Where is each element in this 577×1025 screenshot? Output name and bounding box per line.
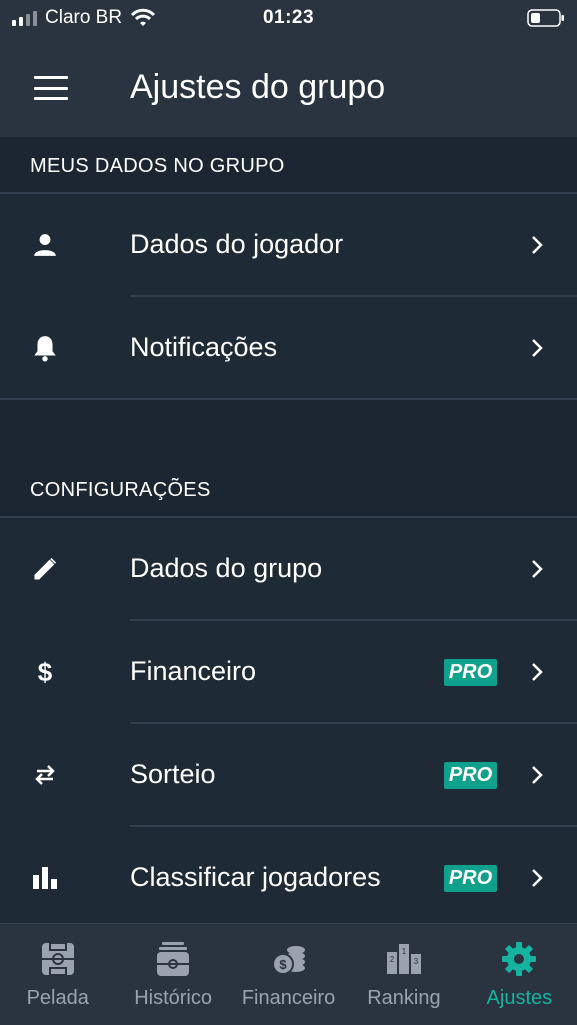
item-label: Classificar jogadores bbox=[130, 862, 381, 892]
section-header-configuracoes: CONFIGURAÇÕES bbox=[0, 461, 577, 518]
item-label: Notificações bbox=[130, 332, 278, 362]
list-item-sorteio[interactable]: Sorteio PRO bbox=[0, 724, 577, 827]
podium-icon: 2 1 3 bbox=[386, 944, 421, 974]
section-header-meus-dados: MEUS DADOS NO GRUPO bbox=[0, 137, 577, 194]
section-title: MEUS DADOS NO GRUPO bbox=[30, 155, 285, 177]
tab-label: Ranking bbox=[367, 987, 441, 1009]
list-item-dados-do-grupo[interactable]: Dados do grupo bbox=[0, 518, 577, 621]
tab-label: Histórico bbox=[134, 987, 212, 1009]
chevron-right-icon bbox=[532, 236, 543, 254]
page-title: Ajustes do grupo bbox=[130, 68, 386, 106]
chevron-right-icon bbox=[532, 339, 543, 357]
bar-chart-icon bbox=[30, 863, 60, 893]
list-item-classificar-jogadores[interactable]: Classificar jogadores PRO bbox=[0, 827, 577, 923]
chevron-right-icon bbox=[532, 560, 543, 578]
list-item-financeiro[interactable]: $ Financeiro PRO bbox=[0, 621, 577, 724]
svg-text:3: 3 bbox=[414, 957, 419, 966]
chevron-right-icon bbox=[532, 869, 543, 887]
swap-icon bbox=[30, 760, 60, 790]
coins-icon: $ bbox=[271, 946, 305, 975]
chevron-right-icon bbox=[532, 663, 543, 681]
item-label: Financeiro bbox=[130, 656, 257, 686]
person-icon bbox=[30, 230, 60, 260]
svg-text:2: 2 bbox=[390, 955, 395, 964]
pro-badge: PRO bbox=[444, 762, 497, 789]
item-label: Dados do jogador bbox=[130, 229, 344, 259]
history-field-icon bbox=[157, 942, 190, 976]
divider bbox=[0, 398, 577, 400]
bottom-tab-bar: Pelada Histórico $ Financeiro 2 1 3 Rank… bbox=[0, 923, 577, 1025]
dollar-icon: $ bbox=[37, 656, 53, 687]
list-item-notificacoes[interactable]: Notificações bbox=[0, 297, 577, 400]
app-bar: Ajustes do grupo bbox=[0, 38, 577, 137]
pro-badge: PRO bbox=[444, 659, 497, 686]
battery-icon bbox=[527, 9, 564, 27]
chevron-right-icon bbox=[532, 766, 543, 784]
pro-badge: PRO bbox=[444, 865, 497, 892]
tab-label: Pelada bbox=[26, 987, 89, 1009]
bell-icon bbox=[30, 333, 60, 363]
tab-pelada[interactable]: Pelada bbox=[0, 924, 115, 1025]
hamburger-menu-icon[interactable] bbox=[34, 76, 68, 100]
svg-text:1: 1 bbox=[402, 947, 407, 956]
item-label: Sorteio bbox=[130, 759, 216, 789]
status-bar: Claro BR 01:23 bbox=[0, 0, 577, 38]
tab-label: Financeiro bbox=[241, 987, 336, 1009]
svg-text:$: $ bbox=[279, 957, 287, 972]
section-spacer bbox=[0, 401, 577, 461]
tab-ranking[interactable]: 2 1 3 Ranking bbox=[346, 924, 461, 1025]
tab-ajustes[interactable]: Ajustes bbox=[462, 924, 577, 1025]
list-item-dados-do-jogador[interactable]: Dados do jogador bbox=[0, 194, 577, 297]
section-title: CONFIGURAÇÕES bbox=[30, 479, 211, 501]
field-icon bbox=[41, 942, 74, 976]
tab-historico[interactable]: Histórico bbox=[115, 924, 230, 1025]
item-label: Dados do grupo bbox=[130, 553, 323, 583]
tab-financeiro[interactable]: $ Financeiro bbox=[231, 924, 346, 1025]
clock: 01:23 bbox=[262, 7, 315, 28]
tab-label: Ajustes bbox=[486, 987, 553, 1009]
pencil-icon bbox=[30, 554, 60, 584]
gear-icon bbox=[502, 942, 537, 976]
